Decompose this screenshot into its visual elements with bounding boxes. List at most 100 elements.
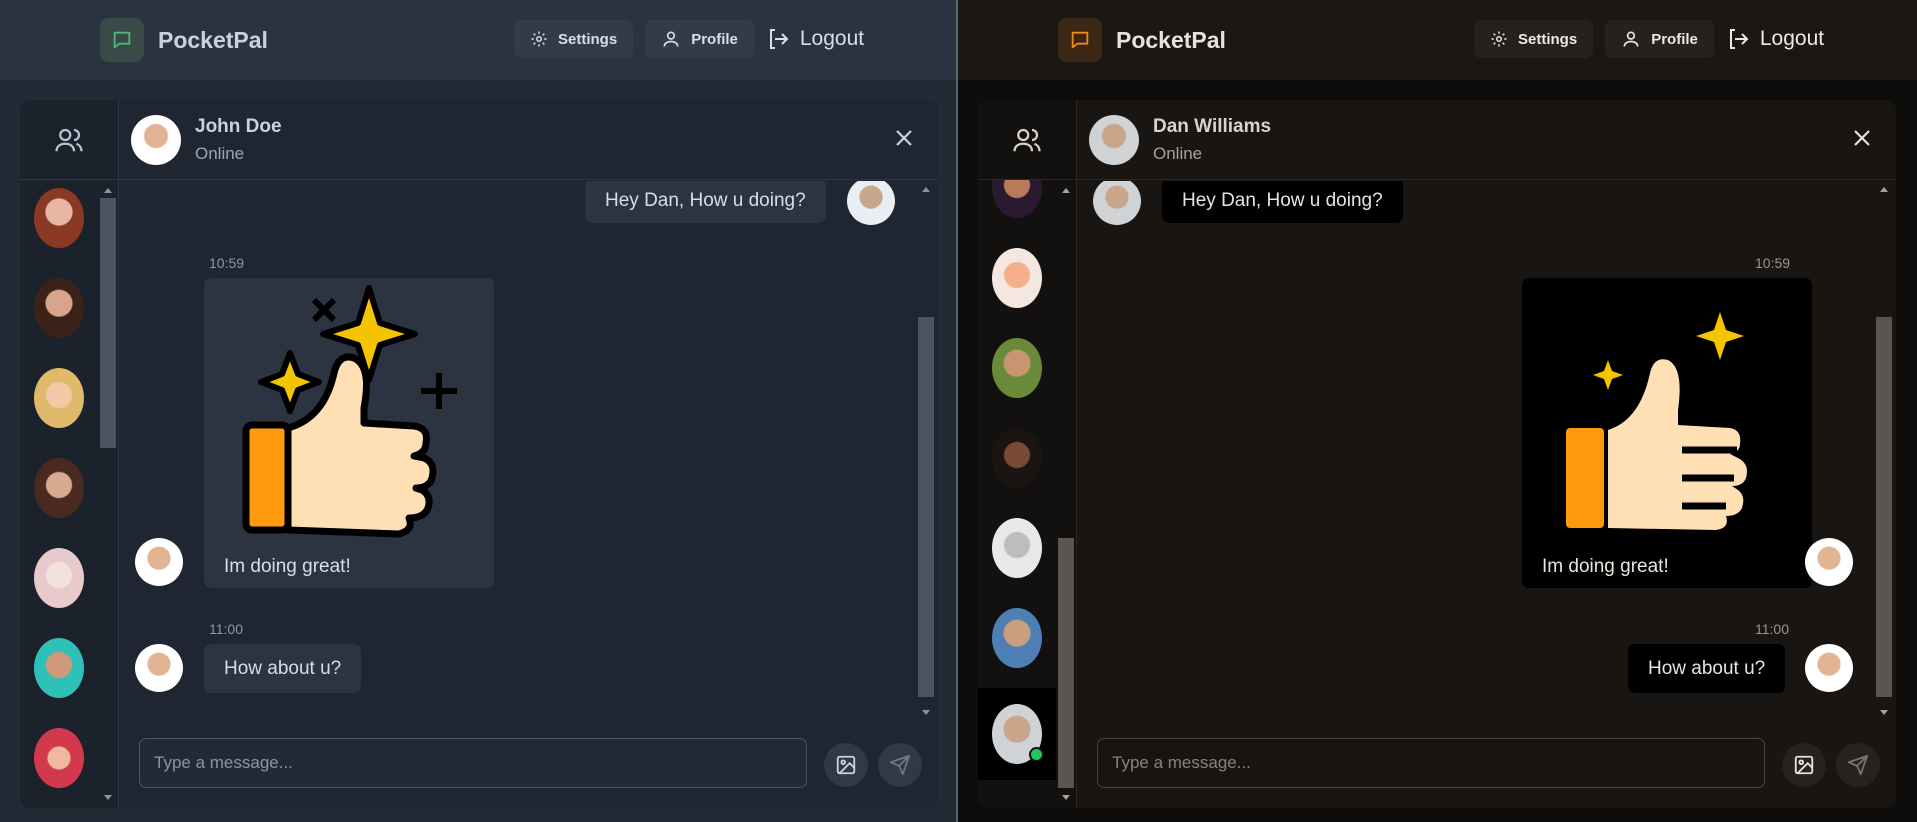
contacts-scrollbar[interactable] — [1058, 188, 1074, 800]
attach-image-button[interactable] — [824, 743, 868, 787]
profile-button[interactable]: Profile — [645, 20, 754, 58]
messages-scrollbar[interactable] — [1876, 187, 1892, 715]
message-bubble: How about u? — [1628, 644, 1786, 693]
online-indicator — [1029, 747, 1044, 762]
nav-actions: Settings Profile Logout — [514, 20, 864, 58]
send-icon — [1847, 754, 1869, 776]
message-avatar — [135, 538, 183, 586]
settings-label: Settings — [558, 30, 618, 48]
sticker-message: Im doing great! — [1522, 278, 1812, 588]
settings-label: Settings — [1518, 30, 1578, 48]
brand-name: PocketPal — [1116, 26, 1226, 53]
send-button[interactable] — [1836, 743, 1880, 787]
chat-contact-status: Online — [1153, 143, 1203, 163]
contact-avatar[interactable] — [992, 338, 1042, 398]
message-time: 10:59 — [209, 255, 245, 271]
dark-theme-pane: PocketPal Settings Profile Logout Dan Wi… — [958, 0, 1917, 822]
chat-contact-status: Online — [195, 143, 245, 163]
sticker-message: Im doing great! — [204, 278, 494, 588]
chat-panel: John Doe Online Hey Dan, How u doing? 10… — [119, 100, 938, 808]
profile-button[interactable]: Profile — [1605, 20, 1714, 58]
top-navbar: PocketPal Settings Profile Logout — [958, 0, 1917, 80]
chat-card: John Doe Online Hey Dan, How u doing? 10… — [20, 100, 938, 808]
chat-panel: Dan Williams Online Hey Dan, How u doing… — [1077, 100, 1896, 808]
message-input[interactable] — [1097, 738, 1765, 788]
contact-avatar — [992, 704, 1044, 764]
contacts-header[interactable] — [978, 100, 1076, 180]
gear-icon — [531, 31, 547, 47]
user-icon — [1623, 31, 1639, 47]
thumbs-up-sticker — [1566, 312, 1747, 530]
contact-avatar[interactable] — [34, 458, 84, 518]
message-avatar — [135, 644, 183, 692]
contact-avatar[interactable] — [34, 548, 84, 608]
contact-avatar[interactable] — [992, 428, 1042, 488]
thumbs-up-sticker — [242, 285, 457, 538]
settings-button[interactable]: Settings — [514, 20, 634, 58]
message-time: 11:00 — [209, 621, 243, 637]
chat-bubble-icon — [1058, 18, 1102, 62]
contact-avatar[interactable] — [34, 188, 84, 248]
chat-avatar — [131, 114, 181, 165]
message-list: Hey Dan, How u doing? 10:59 Im doing gre… — [119, 181, 938, 721]
send-icon — [889, 754, 911, 776]
settings-button[interactable]: Settings — [1474, 20, 1594, 58]
contact-avatar[interactable] — [34, 638, 84, 698]
attach-image-button[interactable] — [1782, 743, 1826, 787]
contacts-header[interactable] — [20, 100, 118, 180]
users-icon — [55, 128, 83, 151]
close-icon[interactable] — [892, 126, 916, 155]
contact-avatar[interactable] — [34, 278, 84, 338]
gear-icon — [1491, 31, 1507, 47]
light-theme-pane: PocketPal Settings Profile Logout John D… — [0, 0, 958, 822]
message-avatar — [1093, 181, 1141, 225]
message-avatar — [847, 181, 895, 225]
message-composer — [1077, 721, 1896, 808]
contact-avatar[interactable] — [34, 728, 84, 788]
contacts-sidebar — [978, 100, 1077, 808]
brand-name: PocketPal — [158, 26, 268, 53]
sticker-caption: Im doing great! — [1542, 556, 1669, 577]
logout-button[interactable]: Logout — [1726, 27, 1824, 51]
brand[interactable]: PocketPal — [1058, 18, 1226, 62]
message-time: 11:00 — [1755, 621, 1789, 637]
contact-avatar[interactable] — [992, 180, 1042, 218]
profile-label: Profile — [691, 30, 738, 48]
logout-label: Logout — [1759, 27, 1825, 50]
chat-header: Dan Williams Online — [1077, 100, 1896, 180]
send-button[interactable] — [878, 743, 922, 787]
contact-avatar[interactable] — [992, 518, 1042, 578]
logout-icon — [1729, 29, 1749, 49]
message-list: Hey Dan, How u doing? 10:59 Im doing gre… — [1077, 181, 1896, 721]
profile-label: Profile — [1651, 30, 1698, 48]
message-bubble: Hey Dan, How u doing? — [585, 181, 826, 223]
contact-avatar[interactable] — [992, 608, 1042, 668]
contacts-sidebar — [20, 100, 119, 808]
close-icon[interactable] — [1850, 126, 1874, 155]
logout-label: Logout — [799, 27, 865, 50]
message-avatar — [1805, 538, 1853, 586]
logout-icon — [769, 29, 789, 49]
message-avatar — [1805, 644, 1853, 692]
chat-contact-name: John Doe — [195, 115, 282, 137]
brand[interactable]: PocketPal — [100, 18, 268, 62]
message-input[interactable] — [139, 738, 807, 788]
contact-avatar[interactable] — [34, 368, 84, 428]
contacts-scrollbar[interactable] — [100, 188, 116, 800]
message-composer — [119, 721, 938, 808]
chat-bubble-icon — [100, 18, 144, 62]
chat-header: John Doe Online — [119, 100, 938, 180]
user-icon — [663, 31, 679, 47]
sticker-caption: Im doing great! — [224, 556, 351, 577]
contact-avatar[interactable] — [992, 248, 1042, 308]
chat-card: Dan Williams Online Hey Dan, How u doing… — [978, 100, 1896, 808]
logout-button[interactable]: Logout — [766, 27, 864, 51]
messages-scrollbar[interactable] — [918, 187, 934, 715]
image-icon — [1794, 755, 1814, 775]
chat-avatar — [1089, 114, 1139, 165]
nav-actions: Settings Profile Logout — [1474, 20, 1824, 58]
chat-contact-name: Dan Williams — [1153, 115, 1272, 137]
contact-item-active[interactable] — [978, 688, 1056, 780]
message-time: 10:59 — [1755, 255, 1791, 271]
users-icon — [1013, 128, 1041, 151]
